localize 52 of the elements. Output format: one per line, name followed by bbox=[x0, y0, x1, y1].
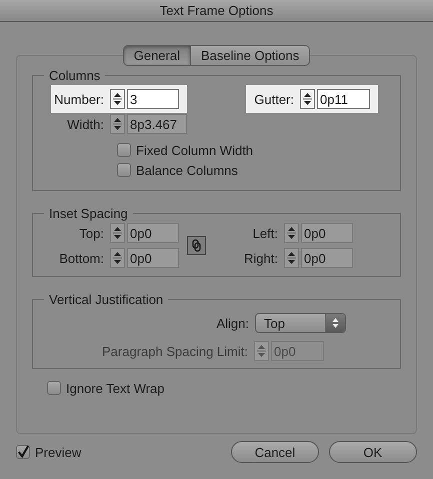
checkbox-label: Balance Columns bbox=[136, 162, 238, 178]
checkbox-label: Fixed Column Width bbox=[136, 142, 254, 158]
field-label: Gutter: bbox=[254, 92, 294, 106]
stepper-arrows-icon bbox=[303, 92, 312, 106]
stepper-button[interactable] bbox=[110, 248, 125, 268]
checkbox-label: Preview bbox=[35, 444, 82, 460]
window-title: Text Frame Options bbox=[160, 3, 274, 18]
stepper-arrows-icon bbox=[113, 251, 122, 265]
field-label: Paragraph Spacing Limit: bbox=[102, 344, 248, 358]
number-field[interactable]: 3 bbox=[127, 89, 179, 109]
number-field[interactable]: 0p0 bbox=[127, 248, 179, 268]
chain-link-icon bbox=[192, 239, 201, 252]
stepper-arrows-icon bbox=[113, 117, 122, 131]
stepper-arrows-icon bbox=[113, 226, 122, 240]
stepper-button[interactable] bbox=[110, 114, 125, 134]
stepper-button[interactable] bbox=[284, 223, 299, 243]
stepper-button[interactable] bbox=[110, 223, 125, 243]
group-title: Vertical Justification bbox=[48, 292, 164, 307]
group-title: Columns bbox=[48, 68, 102, 83]
tab[interactable]: Baseline Options bbox=[190, 45, 310, 66]
field-label: Number: bbox=[54, 92, 104, 106]
link-button[interactable] bbox=[187, 236, 206, 255]
number-field[interactable]: 0p0 bbox=[127, 223, 179, 243]
stepper-button[interactable] bbox=[110, 89, 125, 109]
stepper-arrows-icon bbox=[257, 344, 266, 358]
stepper-button[interactable] bbox=[284, 248, 299, 268]
field-label: Left: bbox=[252, 226, 278, 240]
stepper-arrows-icon bbox=[287, 251, 296, 265]
dialog-button[interactable]: Cancel bbox=[231, 441, 319, 463]
number-field[interactable]: 0p11 bbox=[317, 89, 370, 109]
field-label: Bottom: bbox=[59, 250, 104, 266]
checkbox-label: Ignore Text Wrap bbox=[66, 380, 165, 396]
stepper-button[interactable] bbox=[300, 89, 315, 109]
checkbox[interactable] bbox=[16, 445, 30, 459]
field-label: Top: bbox=[79, 226, 104, 240]
align-select[interactable]: Top bbox=[255, 313, 346, 333]
checkbox[interactable] bbox=[117, 163, 131, 177]
checkmark-icon bbox=[17, 445, 29, 459]
field-label: Right: bbox=[244, 250, 278, 266]
field-label: Width: bbox=[67, 116, 104, 132]
tab[interactable]: General bbox=[122, 45, 191, 66]
dialog-button[interactable]: OK bbox=[328, 441, 417, 463]
group-title: Inset Spacing bbox=[48, 206, 129, 221]
number-field[interactable]: 8p3.467 bbox=[127, 114, 187, 134]
stepper-arrows-icon bbox=[113, 92, 122, 106]
number-field[interactable]: 0p0 bbox=[301, 248, 353, 268]
up-down-arrows-icon bbox=[332, 317, 339, 329]
field-label: Align: bbox=[216, 316, 249, 330]
stepper-arrows-icon bbox=[287, 226, 296, 240]
number-field[interactable]: 0p0 bbox=[301, 223, 353, 243]
checkbox[interactable] bbox=[47, 381, 61, 395]
checkbox[interactable] bbox=[117, 143, 131, 157]
